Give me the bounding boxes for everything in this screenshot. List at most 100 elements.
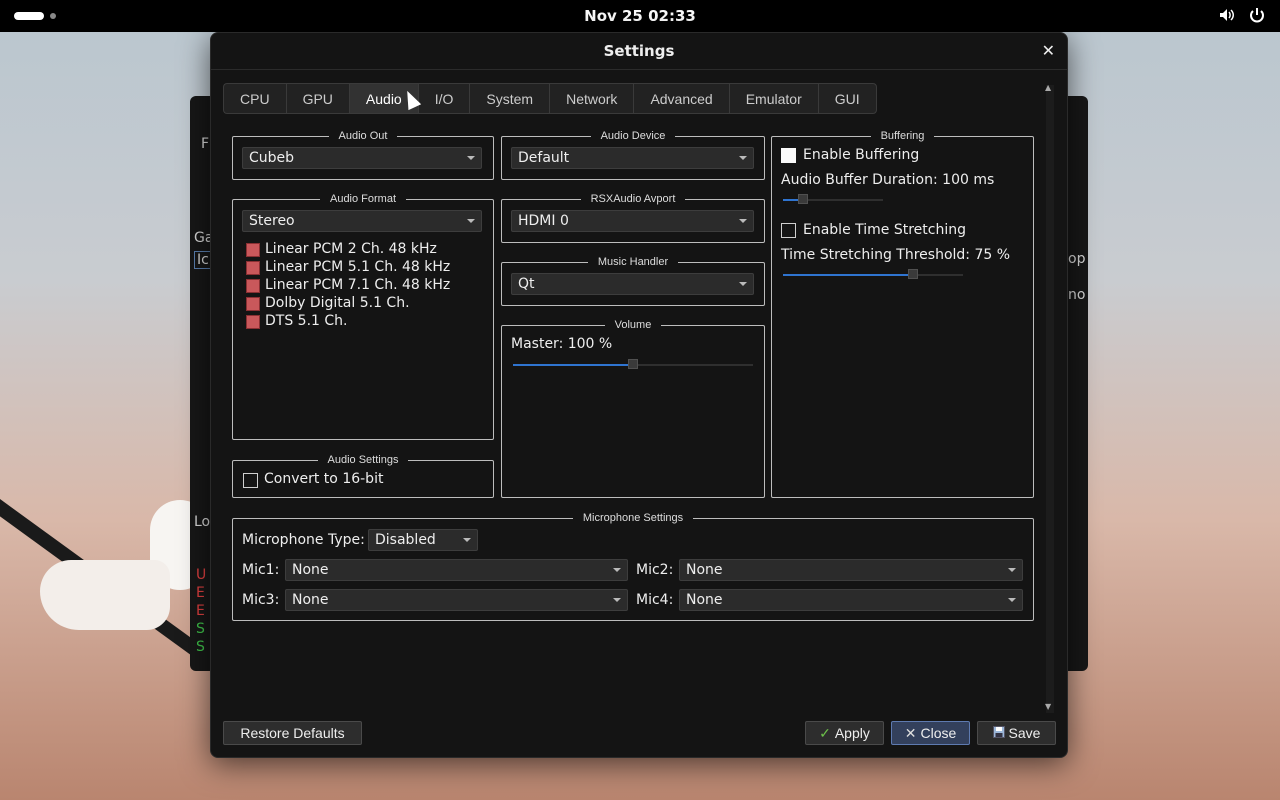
music-handler-select[interactable]: Qt xyxy=(511,273,754,295)
enable-buffering-label: Enable Buffering xyxy=(803,147,920,163)
buffer-duration-slider[interactable] xyxy=(783,194,883,204)
x-icon: ✕ xyxy=(904,725,917,741)
microphone-group: Microphone Settings Microphone Type: Dis… xyxy=(232,512,1034,621)
top-bar: Nov 25 02:33 xyxy=(0,0,1280,32)
group-title: Audio Format xyxy=(319,193,407,205)
convert-16bit-checkbox[interactable] xyxy=(243,473,258,488)
select-value: Default xyxy=(518,150,570,166)
slider-handle[interactable] xyxy=(907,269,918,279)
scrollbar[interactable] xyxy=(1046,85,1054,713)
scroll-up-icon[interactable]: ▲ xyxy=(1045,83,1051,92)
select-value: None xyxy=(292,592,329,608)
close-label: Close xyxy=(920,725,957,741)
group-title: Audio Settings xyxy=(317,454,409,466)
select-value: HDMI 0 xyxy=(518,213,569,229)
chevron-down-icon xyxy=(613,568,621,572)
tab-emulator[interactable]: Emulator xyxy=(728,83,818,114)
mic4-label: Mic4: xyxy=(636,592,674,608)
enable-time-stretching-label: Enable Time Stretching xyxy=(803,222,966,238)
chevron-down-icon xyxy=(739,156,747,160)
audio-format-group: Audio Format Stereo Linear PCM 2 Ch. 48 … xyxy=(232,193,494,440)
chevron-down-icon xyxy=(467,156,475,160)
volume-icon[interactable] xyxy=(1218,6,1236,24)
chevron-down-icon xyxy=(613,598,621,602)
group-title: Music Handler xyxy=(587,256,679,268)
master-volume-slider[interactable] xyxy=(513,359,753,369)
group-title: Microphone Settings xyxy=(572,512,694,524)
select-value: None xyxy=(686,592,723,608)
volume-group: Volume Master: 100 % xyxy=(501,319,765,498)
close-button[interactable]: ✕ Close xyxy=(891,721,970,745)
tab-network[interactable]: Network xyxy=(549,83,634,114)
group-title: Audio Out xyxy=(328,130,398,142)
mic3-select[interactable]: None xyxy=(285,589,628,611)
audio-device-select[interactable]: Default xyxy=(511,147,754,169)
music-handler-group: Music Handler Qt xyxy=(501,256,765,306)
chevron-down-icon xyxy=(1008,568,1016,572)
time-stretch-slider[interactable] xyxy=(783,269,963,279)
group-title: Audio Device xyxy=(590,130,676,142)
format-checkbox[interactable] xyxy=(246,297,260,311)
save-button[interactable]: Save xyxy=(977,721,1056,745)
chevron-down-icon xyxy=(463,538,471,542)
tab-io[interactable]: I/O xyxy=(417,83,470,114)
tab-cpu[interactable]: CPU xyxy=(223,83,286,114)
tab-gpu[interactable]: GPU xyxy=(285,83,349,114)
buffering-group: Buffering Enable Buffering Audio Buffer … xyxy=(771,130,1034,498)
clock[interactable]: Nov 25 02:33 xyxy=(0,7,1280,25)
group-title: Volume xyxy=(604,319,662,331)
chevron-down-icon xyxy=(1008,598,1016,602)
restore-defaults-button[interactable]: Restore Defaults xyxy=(223,721,362,745)
select-value: Stereo xyxy=(249,213,295,229)
tab-advanced[interactable]: Advanced xyxy=(633,83,729,114)
rsx-avport-group: RSXAudio Avport HDMI 0 xyxy=(501,193,765,243)
power-icon[interactable] xyxy=(1248,6,1266,24)
slider-handle[interactable] xyxy=(798,194,808,204)
tab-system[interactable]: System xyxy=(469,83,550,114)
mic2-label: Mic2: xyxy=(636,562,674,578)
format-checkbox[interactable] xyxy=(246,315,260,329)
title-bar[interactable]: Settings ✕ xyxy=(211,33,1067,69)
tab-gui[interactable]: GUI xyxy=(817,83,877,114)
bg-fragment: no xyxy=(1068,287,1086,303)
bg-log-line: E xyxy=(196,603,205,619)
mic4-select[interactable]: None xyxy=(679,589,1023,611)
close-icon[interactable]: ✕ xyxy=(1042,41,1055,60)
floppy-disk-icon xyxy=(992,722,1005,744)
format-item-label: Linear PCM 2 Ch. 48 kHz xyxy=(265,241,437,257)
slider-fill xyxy=(783,274,913,276)
format-item-label: Linear PCM 7.1 Ch. 48 kHz xyxy=(265,277,451,293)
format-item-label: Dolby Digital 5.1 Ch. xyxy=(265,295,410,311)
convert-16bit-label: Convert to 16-bit xyxy=(264,471,384,487)
format-checkbox[interactable] xyxy=(246,279,260,293)
rsx-avport-select[interactable]: HDMI 0 xyxy=(511,210,754,232)
select-value: Cubeb xyxy=(249,150,295,166)
enable-buffering-checkbox[interactable] xyxy=(781,148,796,163)
scroll-down-icon[interactable]: ▼ xyxy=(1045,702,1051,711)
select-value: None xyxy=(686,562,723,578)
slider-handle[interactable] xyxy=(628,359,638,369)
system-tray[interactable] xyxy=(1218,6,1266,24)
format-checkbox[interactable] xyxy=(246,243,260,257)
microphone-type-label: Microphone Type: xyxy=(242,532,365,548)
select-value: Disabled xyxy=(375,532,436,548)
chevron-down-icon xyxy=(739,219,747,223)
audio-out-group: Audio Out Cubeb xyxy=(232,130,494,180)
apply-button[interactable]: ✓ Apply xyxy=(805,721,884,745)
bg-log-line: U xyxy=(196,567,207,583)
mic1-select[interactable]: None xyxy=(285,559,628,581)
audio-settings-group: Audio Settings Convert to 16-bit xyxy=(232,454,494,498)
chevron-down-icon xyxy=(467,219,475,223)
mic2-select[interactable]: None xyxy=(679,559,1023,581)
audio-out-select[interactable]: Cubeb xyxy=(242,147,482,169)
checkmark-icon: ✓ xyxy=(819,725,831,741)
enable-time-stretching-checkbox[interactable] xyxy=(781,223,796,238)
microphone-type-select[interactable]: Disabled xyxy=(368,529,478,551)
settings-dialog: Settings ✕ CPU GPU Audio I/O System Netw… xyxy=(210,32,1068,758)
format-checkbox[interactable] xyxy=(246,261,260,275)
time-stretch-threshold-label: Time Stretching Threshold: 75 % xyxy=(781,247,1011,263)
bg-fragment: F xyxy=(201,136,210,152)
mic3-label: Mic3: xyxy=(242,592,280,608)
group-title: Buffering xyxy=(870,130,935,142)
audio-format-select[interactable]: Stereo xyxy=(242,210,482,232)
